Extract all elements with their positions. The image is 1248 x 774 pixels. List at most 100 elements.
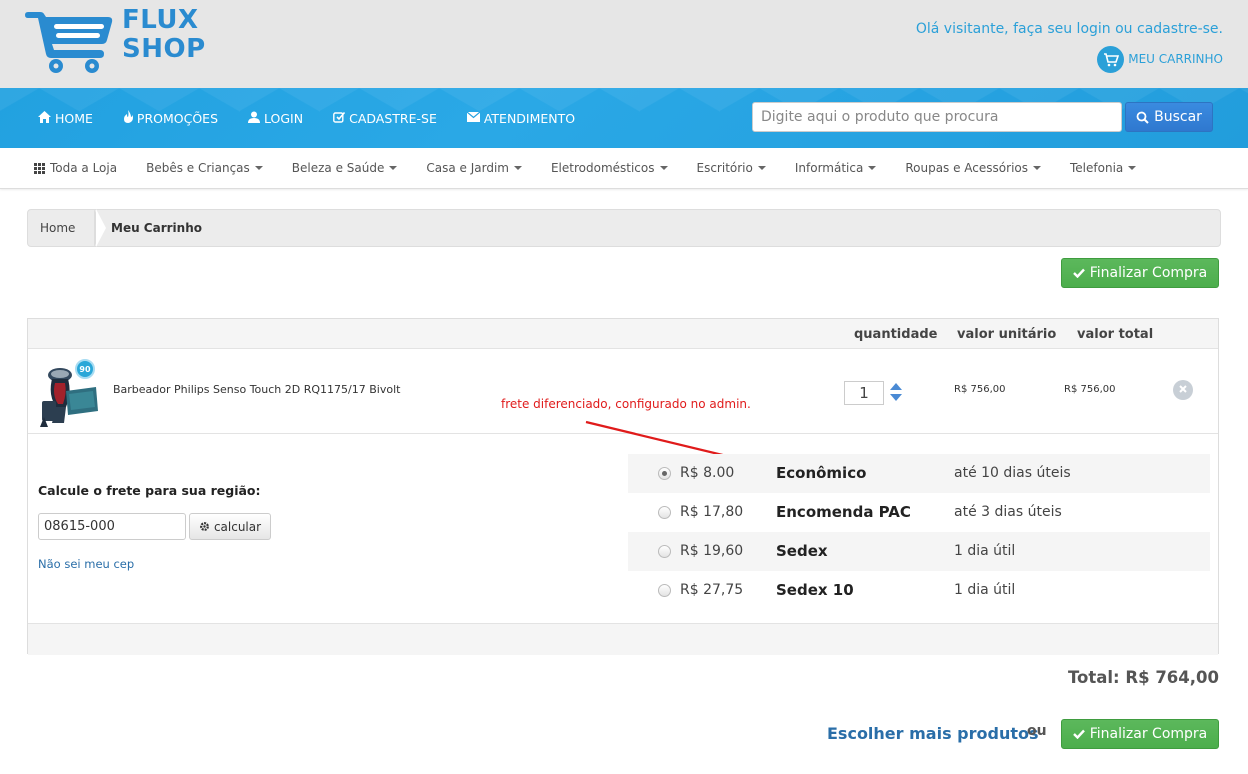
nav-atendimento-label: ATENDIMENTO — [483, 110, 576, 126]
category-telefonia[interactable]: Telefonia — [1070, 161, 1137, 175]
nav-login[interactable]: LOGIN — [248, 111, 303, 126]
caret-down-icon — [254, 166, 263, 170]
category-beleza-e-saude[interactable]: Beleza e Saúde — [292, 161, 398, 175]
column-total-price: valor total — [1077, 327, 1154, 342]
nav-atendimento[interactable]: ATENDIMENTO — [466, 110, 576, 126]
top-header: FLUX SHOP Olá visitante, faça seu login … — [0, 0, 1248, 88]
nav-menu: HOME PROMOÇÕES LOGIN CADASTRE-SE ATENDIM… — [38, 88, 605, 148]
category-toda-a-loja[interactable]: Toda a Loja — [34, 161, 117, 175]
caret-down-icon — [513, 166, 522, 170]
cep-input[interactable] — [38, 513, 186, 540]
checkout-button-bottom[interactable]: Finalizar Compra — [1061, 719, 1219, 749]
category-label: Telefonia — [1070, 161, 1124, 175]
welcome-login-link[interactable]: Olá visitante, faça seu login ou cadastr… — [916, 21, 1223, 37]
cart-logo-icon — [25, 12, 113, 73]
close-icon — [1178, 383, 1188, 397]
shipping-radio[interactable] — [658, 467, 671, 480]
category-label: Casa e Jardim — [426, 161, 509, 175]
product-name[interactable]: Barbeador Philips Senso Touch 2D RQ1175/… — [113, 383, 400, 396]
breadcrumb-current: Meu Carrinho — [111, 221, 202, 235]
shipping-radio[interactable] — [658, 584, 671, 597]
shipping-option-economico[interactable]: R$ 8.00 Econômico até 10 dias úteis — [628, 454, 1210, 493]
shipping-option-sedex-10[interactable]: R$ 27,75 Sedex 10 1 dia útil — [628, 571, 1210, 610]
check-icon — [1072, 268, 1085, 278]
gear-icon — [199, 521, 210, 532]
category-casa-e-jardim[interactable]: Casa e Jardim — [426, 161, 522, 175]
category-roupas-e-acessorios[interactable]: Roupas e Acessórios — [905, 161, 1041, 175]
caret-down-icon — [1128, 166, 1137, 170]
shipping-name: Sedex 10 — [776, 581, 854, 599]
shipping-option-pac[interactable]: R$ 17,80 Encomenda PAC até 3 dias úteis — [628, 493, 1210, 532]
caret-down-icon — [389, 166, 398, 170]
shipping-price: R$ 19,60 — [680, 543, 744, 559]
remove-item-button[interactable] — [1173, 380, 1193, 400]
category-escritorio[interactable]: Escritório — [697, 161, 766, 175]
nav-login-label: LOGIN — [264, 110, 304, 126]
nav-promocoes-label: PROMOÇÕES — [136, 110, 219, 126]
logo[interactable]: FLUX SHOP — [22, 4, 222, 76]
category-bar: Toda a Loja Bebês e Crianças Beleza e Sa… — [0, 148, 1248, 189]
shipping-radio[interactable] — [658, 545, 671, 558]
shipping-price: R$ 27,75 — [680, 582, 744, 598]
unknown-cep-link[interactable]: Não sei meu cep — [38, 557, 134, 571]
fire-icon — [123, 110, 133, 126]
nav-promocoes[interactable]: PROMOÇÕES — [123, 110, 218, 126]
search-input[interactable] — [752, 102, 1122, 132]
shipping-name: Encomenda PAC — [776, 503, 911, 521]
category-label: Roupas e Acessórios — [905, 161, 1028, 175]
nav-cadastre-se[interactable]: CADASTRE-SE — [333, 111, 437, 126]
checkout-button-top[interactable]: Finalizar Compra — [1061, 258, 1219, 288]
logo-line-1: FLUX — [122, 5, 199, 35]
product-total-price: R$ 756,00 — [1064, 384, 1116, 395]
shipping-name: Sedex — [776, 542, 828, 560]
continue-shopping-link[interactable]: Escolher mais produtos — [827, 724, 1039, 743]
shipping-time: até 10 dias úteis — [954, 465, 1071, 481]
category-label: Toda a Loja — [50, 161, 118, 175]
category-menu: Toda a Loja Bebês e Crianças Beleza e Sa… — [34, 148, 1165, 188]
shipping-time: até 3 dias úteis — [954, 504, 1062, 520]
shipping-radio[interactable] — [658, 506, 671, 519]
breadcrumb: Home Meu Carrinho — [27, 209, 1221, 247]
checkout-button-label: Finalizar Compra — [1089, 265, 1208, 281]
nav-home[interactable]: HOME — [38, 110, 93, 126]
quantity-stepper[interactable] — [889, 381, 903, 403]
caret-down-icon — [868, 166, 877, 170]
calculate-button-label: calcular — [213, 519, 262, 534]
shipping-name: Econômico — [776, 464, 867, 482]
category-label: Bebês e Crianças — [146, 161, 250, 175]
or-text: ou — [1027, 723, 1047, 739]
grid-icon — [34, 162, 45, 174]
logo-line-2: SHOP — [122, 34, 206, 64]
my-cart-link[interactable]: MEU CARRINHO — [1097, 45, 1223, 73]
category-eletrodomesticos[interactable]: Eletrodomésticos — [551, 161, 668, 175]
category-label: Eletrodomésticos — [550, 161, 655, 175]
breadcrumb-home[interactable]: Home — [40, 221, 75, 235]
caret-down-icon — [757, 166, 766, 170]
annotation-text: frete diferenciado, configurado no admin… — [501, 397, 751, 411]
product-badge: 90 — [75, 359, 95, 379]
search-icon — [1136, 111, 1149, 124]
search-button-label: Buscar — [1154, 109, 1202, 125]
category-informatica[interactable]: Informática — [795, 161, 877, 175]
shipping-option-sedex[interactable]: R$ 19,60 Sedex 1 dia útil — [628, 532, 1210, 571]
shipping-time: 1 dia útil — [954, 582, 1016, 598]
product-image[interactable]: 90 — [38, 359, 100, 429]
search-button[interactable]: Buscar — [1125, 102, 1213, 132]
category-bebes-e-criancas[interactable]: Bebês e Crianças — [146, 161, 263, 175]
user-icon — [248, 111, 261, 126]
breadcrumb-separator-fill — [96, 209, 106, 247]
checkout-button-label: Finalizar Compra — [1089, 726, 1208, 742]
check-icon — [1072, 729, 1085, 739]
nav-home-label: HOME — [55, 110, 93, 126]
product-unit-price: R$ 756,00 — [954, 384, 1006, 395]
category-label: Beleza e Saúde — [291, 161, 385, 175]
cart-icon — [1097, 45, 1125, 73]
quantity-input[interactable]: 1 — [844, 381, 884, 405]
shipping-price: R$ 8.00 — [680, 465, 735, 481]
nav-cadastre-se-label: CADASTRE-SE — [349, 110, 437, 126]
edit-icon — [333, 111, 346, 126]
column-quantity: quantidade — [854, 327, 938, 342]
calculate-shipping-button[interactable]: calcular — [189, 513, 271, 540]
my-cart-label: MEU CARRINHO — [1128, 52, 1223, 66]
category-label: Escritório — [696, 161, 753, 175]
